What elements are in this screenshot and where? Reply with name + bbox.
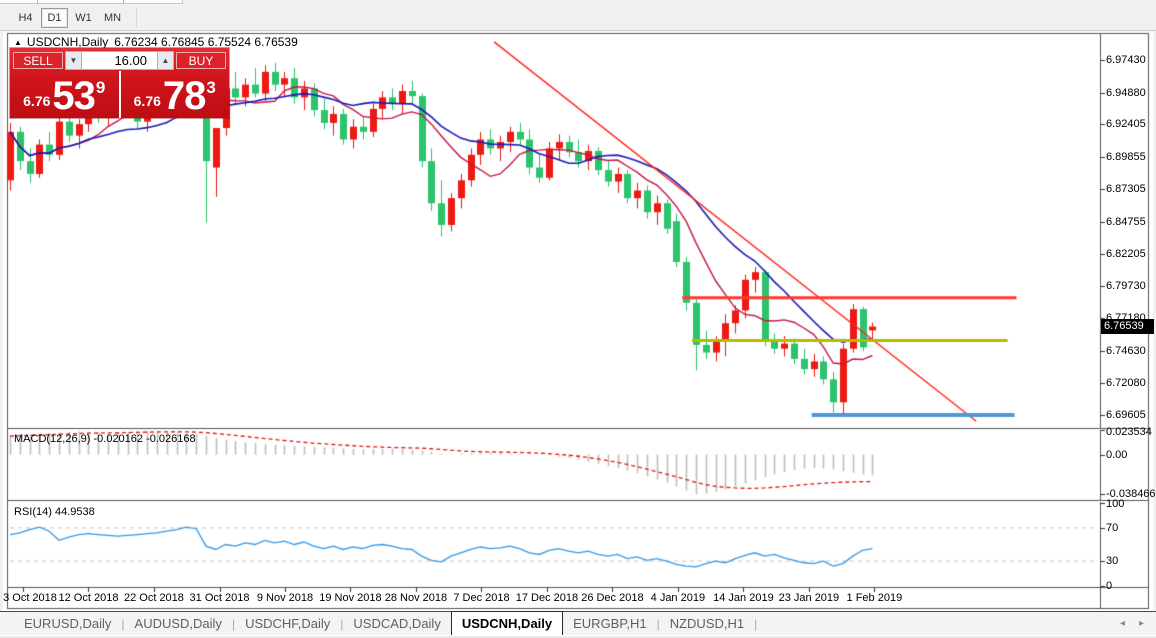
price-axis-label: 6.79730 (1106, 280, 1146, 292)
rsi-value: 44.9538 (55, 506, 95, 518)
price-axis-label: 6.82205 (1106, 248, 1146, 260)
rsi-axis-label: 0 (1106, 580, 1112, 592)
time-axis-label: 1 Feb 2019 (847, 592, 903, 604)
macd-indicator-label: MACD(12,26,9) -0.020162 -0.026168 (14, 433, 196, 445)
sell-price[interactable]: 6.76 53 9 (10, 71, 121, 118)
rsi-axis-label: 30 (1106, 555, 1118, 567)
price-axis-label: 6.87305 (1106, 183, 1146, 195)
price-axis-label: 6.72080 (1106, 377, 1146, 389)
chart-title: ▲ USDCNH,Daily 6.76234 6.76845 6.75524 6.7… (14, 35, 298, 49)
toolbar-edge-tick (123, 0, 124, 4)
toolbar-edge-tick (37, 0, 38, 4)
volume-field[interactable]: 16.00 (82, 51, 157, 70)
price-axis-label: 6.69605 (1106, 409, 1146, 421)
price-axis-label: 6.97430 (1106, 54, 1146, 66)
macd-value: -0.020162 (93, 433, 143, 445)
macd-axis-label: 0.023534 (1106, 426, 1152, 438)
time-axis-label: 22 Oct 2018 (124, 592, 184, 604)
time-axis-label: 19 Nov 2018 (319, 592, 381, 604)
price-axis-label: 6.94880 (1106, 87, 1146, 99)
macd-axis-label: 0.00 (1106, 449, 1127, 461)
price-axis-label: 6.89855 (1106, 151, 1146, 163)
toolbar-separator (136, 8, 137, 28)
tab-scroll-controls: ◂▸ (1120, 612, 1156, 635)
tab-audusd-daily[interactable]: AUDUSD,Daily (125, 612, 232, 635)
rsi-axis-label: 100 (1106, 498, 1124, 510)
time-axis-label: 9 Nov 2018 (257, 592, 313, 604)
time-axis-label: 7 Dec 2018 (453, 592, 509, 604)
time-axis-label: 28 Nov 2018 (385, 592, 447, 604)
trade-panel-prices: 6.76 53 9 6.76 78 3 (10, 71, 229, 118)
price-axis-label: 6.92405 (1106, 118, 1146, 130)
tab-usdcad-daily[interactable]: USDCAD,Daily (343, 612, 450, 635)
time-axis-label: 31 Oct 2018 (190, 592, 250, 604)
volume-decrease-icon[interactable]: ▼ (65, 51, 82, 70)
tab-eurusd-daily[interactable]: EURUSD,Daily (14, 612, 121, 635)
volume-increase-icon[interactable]: ▲ (157, 51, 174, 70)
rsi-axis-label: 70 (1106, 522, 1118, 534)
volume-stepper: ▼ 16.00 ▲ (65, 51, 174, 70)
buy-button[interactable]: BUY (176, 52, 226, 69)
time-axis-label: 12 Oct 2018 (59, 592, 119, 604)
sell-price-big: 53 (52, 78, 95, 114)
trading-app-window: H4D1W1MN ▲ USDCNH,Daily 6.76234 6.76845 6.… (0, 0, 1156, 638)
tab-usdchf-daily[interactable]: USDCHF,Daily (235, 612, 340, 635)
chart-ohlc-values: 6.76234 6.76845 6.75524 6.76539 (114, 35, 298, 49)
buy-price-sup: 3 (206, 78, 215, 98)
tab-scroll-left-icon[interactable]: ◂ (1120, 618, 1125, 629)
timeframe-button-h4[interactable]: H4 (12, 8, 39, 28)
time-axis-label: 3 Oct 2018 (3, 592, 57, 604)
collapse-arrow-icon: ▲ (14, 38, 22, 47)
sell-button[interactable]: SELL (13, 52, 63, 69)
trade-panel-controls: SELL ▼ 16.00 ▲ BUY (10, 48, 229, 71)
time-axis-label: 26 Dec 2018 (581, 592, 643, 604)
macd-signal-value: -0.026168 (146, 433, 196, 445)
rsi-indicator-label: RSI(14) 44.9538 (14, 506, 95, 518)
timeframe-button-w1[interactable]: W1 (70, 8, 97, 28)
timeframe-toolbar: H4D1W1MN (0, 5, 1156, 31)
price-axis-label: 6.84755 (1106, 216, 1146, 228)
tab-scroll-right-icon[interactable]: ▸ (1139, 618, 1144, 629)
timeframe-button-mn[interactable]: MN (99, 8, 126, 28)
timeframe-button-d1[interactable]: D1 (41, 8, 68, 28)
tab-eurgbp-h1[interactable]: EURGBP,H1 (563, 612, 656, 635)
rsi-name: RSI(14) (14, 506, 52, 518)
time-axis-label: 23 Jan 2019 (779, 592, 840, 604)
time-axis-label: 14 Jan 2019 (713, 592, 774, 604)
time-axis-label: 4 Jan 2019 (651, 592, 705, 604)
buy-price-prefix: 6.76 (134, 93, 161, 109)
buy-price-big: 78 (163, 78, 206, 114)
sell-price-prefix: 6.76 (23, 93, 50, 109)
sell-price-sup: 9 (96, 78, 105, 98)
time-axis-label: 17 Dec 2018 (516, 592, 578, 604)
one-click-trade-panel: SELL ▼ 16.00 ▲ BUY 6.76 53 9 6.76 78 3 (10, 48, 229, 118)
buy-price[interactable]: 6.76 78 3 (121, 71, 230, 118)
symbol-tab-bar: EURUSD,Daily|AUDUSD,Daily|USDCHF,Daily|U… (0, 611, 1156, 635)
toolbar-edge-segment (0, 0, 183, 4)
tab-nzdusd-h1[interactable]: NZDUSD,H1 (660, 612, 754, 635)
macd-name: MACD(12,26,9) (14, 433, 90, 445)
current-price-badge: 6.76539 (1101, 319, 1154, 334)
tab-separator: | (754, 612, 757, 635)
price-axis-label: 6.74630 (1106, 345, 1146, 357)
tab-usdcnh-daily[interactable]: USDCNH,Daily (451, 611, 563, 635)
chart-symbol-label: USDCNH,Daily (27, 35, 108, 49)
